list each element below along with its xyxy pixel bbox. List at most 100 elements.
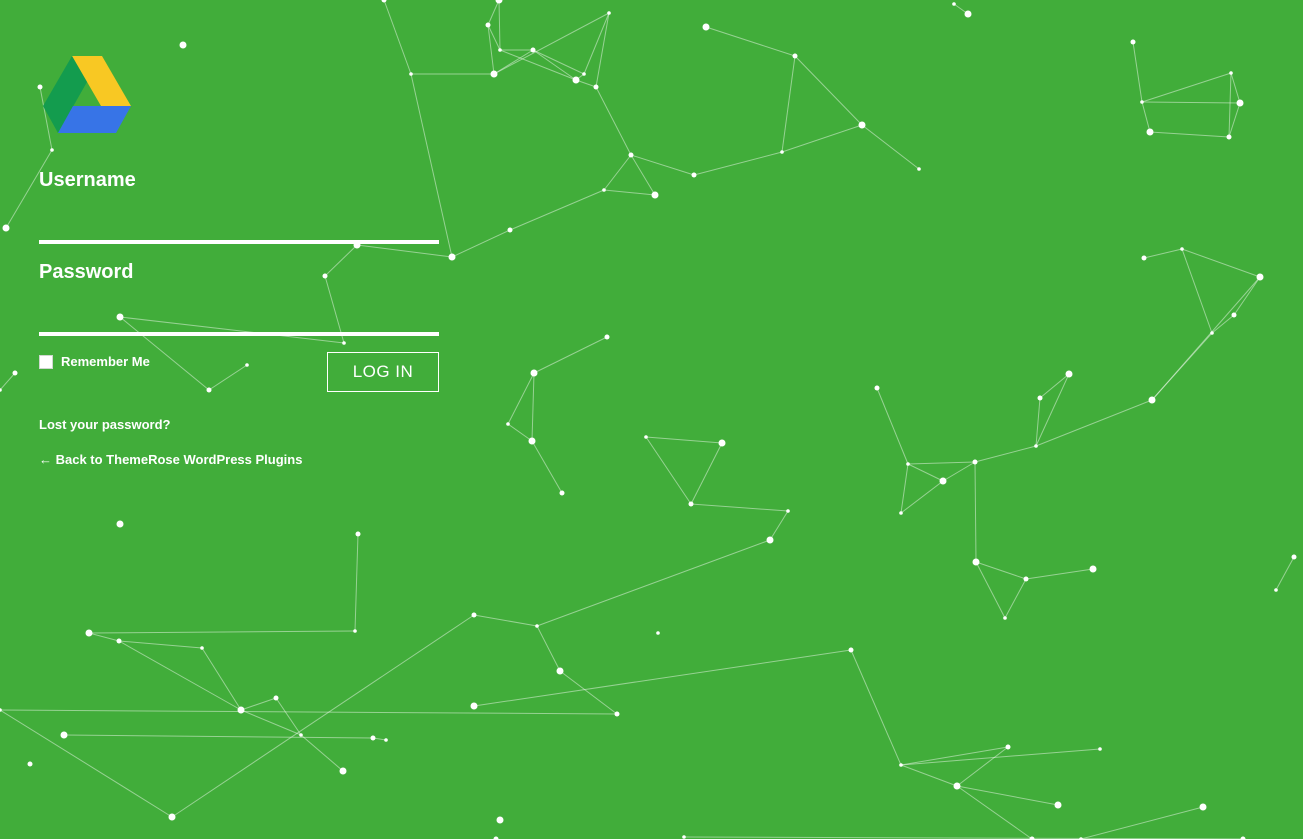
back-to-site-link[interactable]: ← Back to ThemeRose WordPress Plugins (39, 452, 302, 467)
network-node (786, 509, 790, 513)
network-node (1023, 576, 1029, 582)
network-node (179, 41, 187, 49)
network-node (848, 647, 854, 653)
particle-network-background (0, 0, 1303, 839)
network-node (355, 531, 361, 537)
network-node (85, 629, 93, 637)
network-node (1231, 312, 1237, 318)
network-node (168, 813, 176, 821)
network-node (644, 435, 648, 439)
network-node (1065, 370, 1073, 378)
network-node (952, 2, 956, 6)
network-node (116, 520, 124, 528)
network-node (535, 624, 539, 628)
network-node (1146, 128, 1154, 136)
network-node (1140, 100, 1144, 104)
username-label: Username (39, 169, 136, 191)
network-node (964, 10, 972, 18)
network-node (353, 629, 357, 633)
network-node (656, 631, 660, 635)
network-node (1274, 588, 1278, 592)
network-node (409, 72, 413, 76)
network-node (322, 273, 328, 279)
network-node (906, 462, 910, 466)
network-node (342, 341, 346, 345)
network-node (1054, 801, 1062, 809)
network-node (682, 835, 686, 839)
network-node (530, 369, 538, 377)
network-node (339, 767, 347, 775)
network-node (702, 23, 710, 31)
network-node (1256, 273, 1264, 281)
network-node (471, 612, 477, 618)
remember-me-row[interactable]: Remember Me (39, 354, 150, 369)
network-node (50, 148, 54, 152)
network-node (12, 370, 18, 376)
network-node (273, 695, 279, 701)
network-node (691, 172, 697, 178)
network-node (200, 646, 204, 650)
network-node (899, 511, 903, 515)
network-node (556, 667, 564, 675)
network-node (604, 334, 610, 340)
network-node (780, 150, 784, 154)
network-node (370, 735, 376, 741)
network-node (237, 706, 245, 714)
network-node (688, 501, 694, 507)
network-node (506, 422, 510, 426)
network-node (917, 167, 921, 171)
lost-password-link[interactable]: Lost your password? (39, 417, 170, 432)
network-node (1236, 99, 1244, 107)
network-node (651, 191, 659, 199)
network-node (972, 558, 980, 566)
network-node (1003, 616, 1007, 620)
username-input[interactable] (39, 214, 439, 244)
login-button[interactable]: LOG IN (327, 352, 439, 392)
network-node (607, 11, 611, 15)
network-node (299, 733, 303, 737)
network-node (939, 477, 947, 485)
network-node (1148, 396, 1156, 404)
network-node (602, 188, 606, 192)
network-node (530, 47, 536, 53)
network-node (245, 363, 249, 367)
network-node (496, 816, 504, 824)
network-node (1005, 744, 1011, 750)
password-label: Password (39, 261, 134, 283)
password-input[interactable] (39, 306, 439, 336)
network-node (1098, 747, 1102, 751)
remember-me-label: Remember Me (61, 354, 150, 369)
network-node (614, 711, 620, 717)
network-node (1141, 255, 1147, 261)
network-node (766, 536, 774, 544)
network-node (1210, 331, 1214, 335)
network-node (384, 738, 388, 742)
network-node (858, 121, 866, 129)
network-node (792, 53, 798, 59)
network-node (899, 763, 903, 767)
network-node (1199, 803, 1207, 811)
network-node (116, 638, 122, 644)
network-node (972, 459, 978, 465)
network-node (528, 437, 536, 445)
network-node (2, 224, 10, 232)
network-node (953, 782, 961, 790)
network-node (582, 72, 586, 76)
network-node (1180, 247, 1184, 251)
network-node (1089, 565, 1097, 573)
network-node (559, 490, 565, 496)
google-drive-icon (43, 56, 131, 133)
network-node (593, 84, 599, 90)
network-node (1130, 39, 1136, 45)
network-node (1226, 134, 1232, 140)
network-node (874, 385, 880, 391)
network-node (490, 70, 498, 78)
network-node (1037, 395, 1043, 401)
remember-me-checkbox[interactable] (39, 354, 53, 369)
network-node (628, 152, 634, 158)
network-node (718, 439, 726, 447)
network-node (448, 253, 456, 261)
network-node (1291, 554, 1297, 560)
network-node (485, 22, 491, 28)
network-node (60, 731, 68, 739)
